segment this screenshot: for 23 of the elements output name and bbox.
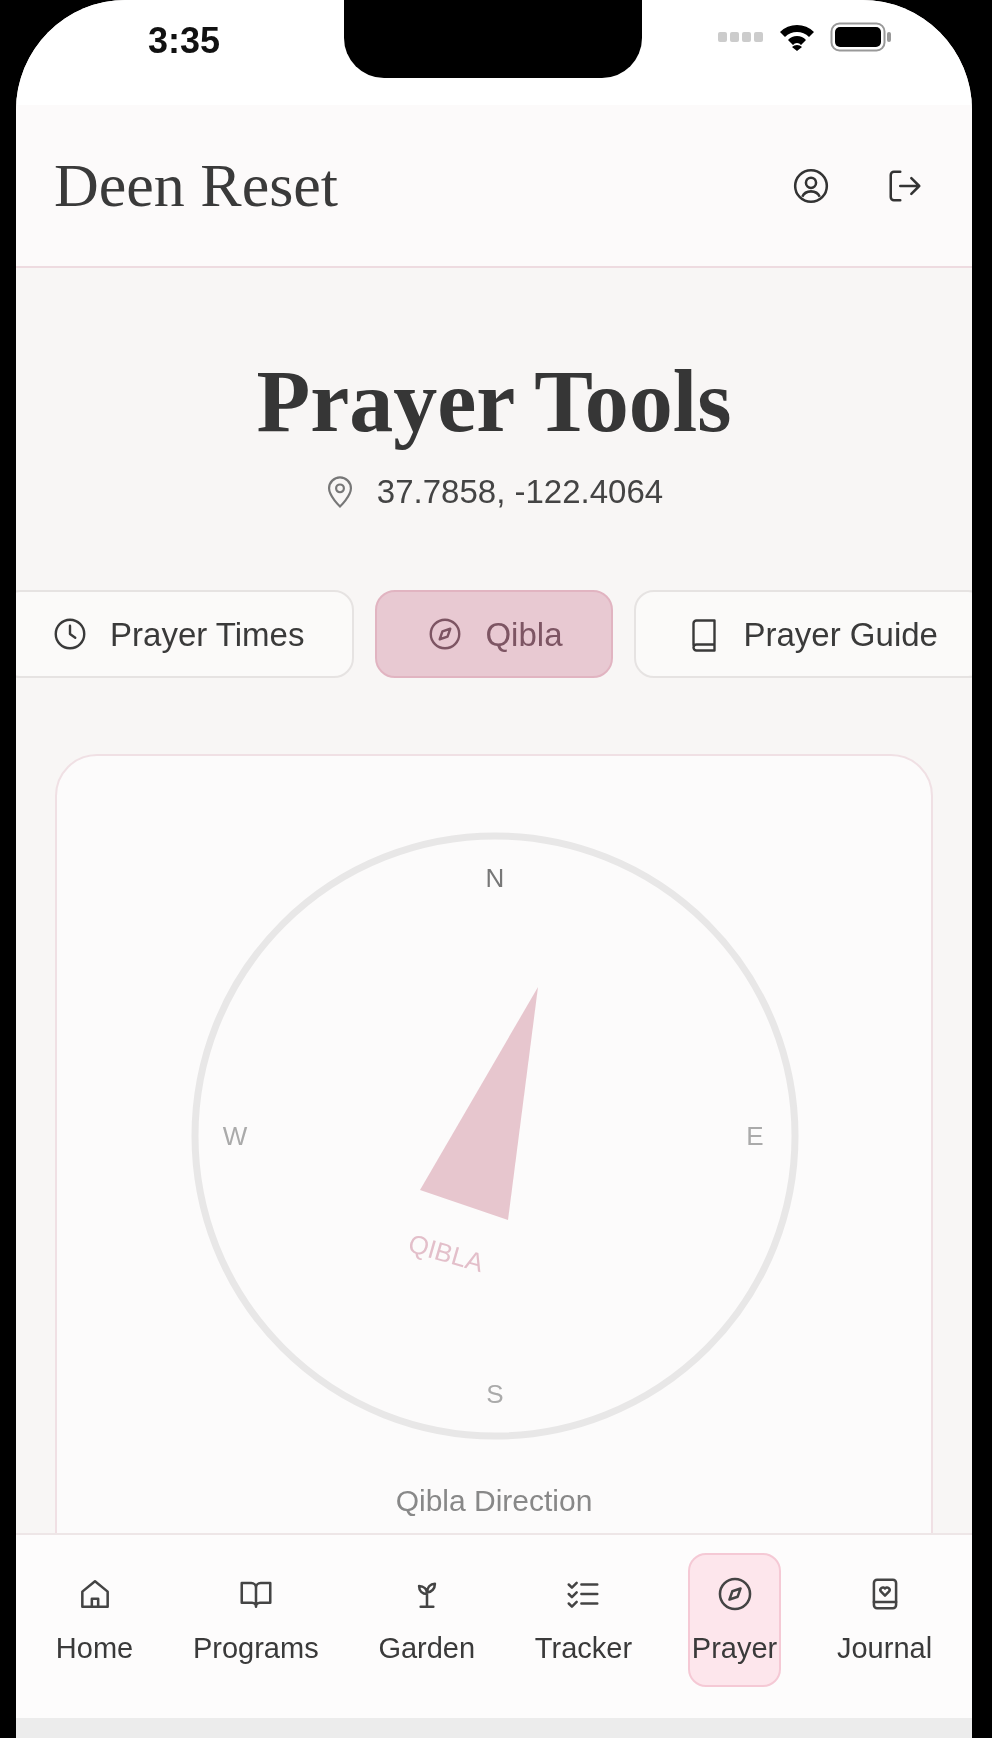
compass-direction-label: S [486, 1379, 504, 1410]
compass-direction-label: E [746, 1121, 764, 1152]
qibla-label: QIBLA [405, 1228, 487, 1279]
compass-direction-label: N [485, 863, 505, 894]
nav-tab[interactable]: Home [51, 1553, 138, 1687]
tab[interactable]: Qibla [375, 590, 613, 679]
wifi-icon [778, 22, 816, 52]
profile-button[interactable] [792, 166, 830, 205]
nav-tab[interactable]: Garden [374, 1553, 480, 1687]
app-title: Deen Reset [54, 150, 339, 222]
tab[interactable]: Prayer Guide [633, 590, 972, 679]
compass-direction-label: W [222, 1121, 248, 1152]
status-time: 3:35 [148, 19, 221, 63]
nav-tab[interactable]: Tracker [530, 1553, 637, 1687]
page-title: Prayer Tools [255, 354, 733, 451]
nav-tab[interactable]: Journal [832, 1553, 937, 1687]
nav-tab[interactable]: Prayer [687, 1553, 782, 1687]
tab[interactable]: Prayer Times [16, 590, 355, 679]
nav-tab[interactable]: Programs [188, 1553, 323, 1687]
qibla-caption: Qibla Direction [395, 1484, 593, 1518]
signal-icon [718, 32, 764, 42]
location-coordinates: 37.7858, -122.4064 [376, 471, 664, 512]
battery-icon [830, 22, 892, 52]
